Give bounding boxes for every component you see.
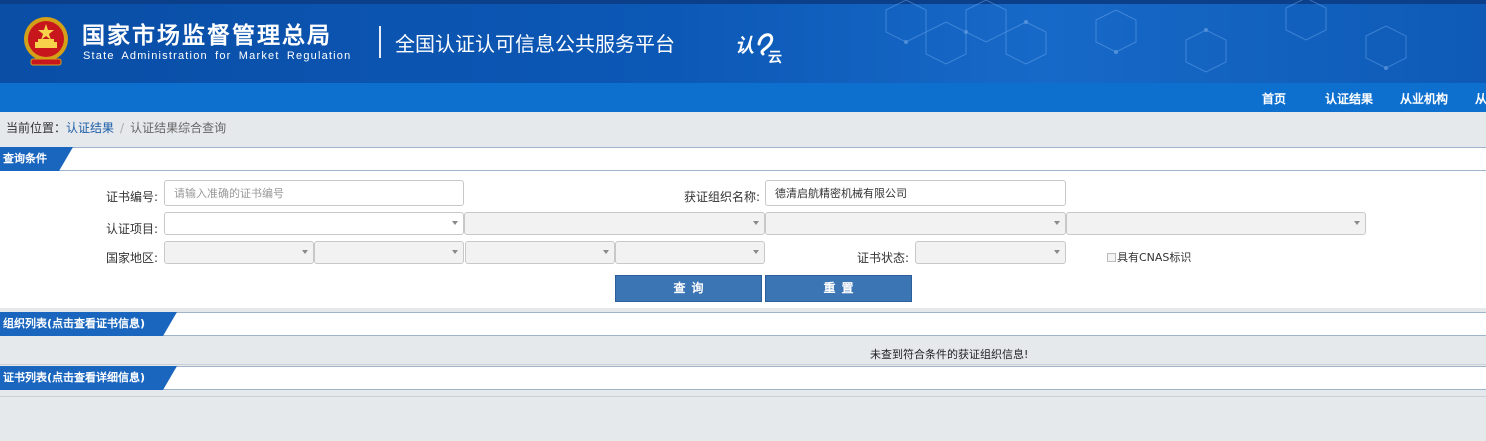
project-select-1[interactable]	[164, 212, 464, 235]
status-select[interactable]	[915, 241, 1066, 264]
org-name-label: 获证组织名称:	[684, 190, 761, 204]
nav-item-cert-results[interactable]: 认证结果	[1325, 90, 1373, 107]
cnas-checkbox[interactable]	[1107, 253, 1116, 262]
chevron-down-icon	[1054, 250, 1060, 254]
nav-item-more[interactable]: 从	[1475, 90, 1486, 107]
breadcrumb-link-cert-results[interactable]: 认证结果	[66, 121, 114, 135]
region-select-2[interactable]	[314, 241, 464, 264]
agency-title-cn: 国家市场监督管理总局	[82, 23, 332, 49]
chevron-down-icon	[753, 221, 759, 225]
org-list-header: 组织列表(点击查看证书信息)	[0, 312, 1486, 336]
project-label: 认证项目:	[106, 222, 159, 236]
chevron-down-icon	[302, 250, 308, 254]
chevron-down-icon	[452, 221, 458, 225]
svg-text:认: 认	[735, 35, 754, 57]
chevron-down-icon	[603, 250, 609, 254]
region-label: 国家地区:	[106, 251, 159, 265]
header-divider	[379, 26, 381, 58]
status-label: 证书状态:	[857, 251, 910, 265]
platform-title: 全国认证认可信息公共服务平台	[395, 32, 675, 56]
cert-list-title: 证书列表(点击查看详细信息)	[0, 366, 177, 390]
hexagon-pattern-decoration	[885, 0, 1407, 73]
main-nav: 首页 认证结果 从业机构 从	[0, 83, 1486, 112]
cert-list-bottom-border	[0, 396, 1486, 397]
cert-no-label: 证书编号:	[106, 190, 159, 204]
query-section-title: 查询条件	[0, 147, 73, 171]
chevron-down-icon	[452, 250, 458, 254]
svg-text:云: 云	[768, 50, 782, 66]
cnas-label: 具有CNAS标识	[1117, 251, 1192, 264]
renyun-logo: 认 云	[735, 33, 782, 66]
cnas-option: 具有CNAS标识	[1107, 249, 1191, 265]
org-name-input[interactable]	[765, 180, 1066, 206]
cert-list-header: 证书列表(点击查看详细信息)	[0, 366, 1486, 390]
nav-item-institutions[interactable]: 从业机构	[1400, 90, 1448, 107]
project-select-4[interactable]	[1066, 212, 1366, 235]
agency-title-en: State Administration for Market Regulati…	[83, 50, 352, 62]
query-section-header: 查询条件	[0, 147, 1486, 171]
org-list-title: 组织列表(点击查看证书信息)	[0, 312, 177, 336]
breadcrumb-prefix: 当前位置：	[6, 121, 67, 135]
region-select-1[interactable]	[164, 241, 314, 264]
project-select-2[interactable]	[464, 212, 765, 235]
region-select-3[interactable]	[465, 241, 615, 264]
project-select-3[interactable]	[765, 212, 1066, 235]
site-header: 国家市场监督管理总局 State Administration for Mark…	[0, 0, 1486, 83]
breadcrumb-current: 认证结果综合查询	[130, 121, 227, 135]
breadcrumb-separator: /	[120, 121, 125, 135]
cert-no-input[interactable]	[164, 180, 464, 206]
org-list-empty-row: 未查到符合条件的获证组织信息!	[0, 341, 1486, 365]
search-button[interactable]: 查询	[615, 275, 762, 302]
org-list-empty-message: 未查到符合条件的获证组织信息!	[870, 348, 1029, 361]
breadcrumb: 当前位置：认证结果 / 认证结果综合查询	[6, 119, 226, 136]
reset-button[interactable]: 重置	[765, 275, 912, 302]
chevron-down-icon	[1354, 221, 1360, 225]
national-emblem-icon	[24, 17, 68, 66]
chevron-down-icon	[753, 250, 759, 254]
nav-item-home[interactable]: 首页	[1262, 90, 1286, 107]
region-select-4[interactable]	[615, 241, 765, 264]
chevron-down-icon	[1054, 221, 1060, 225]
